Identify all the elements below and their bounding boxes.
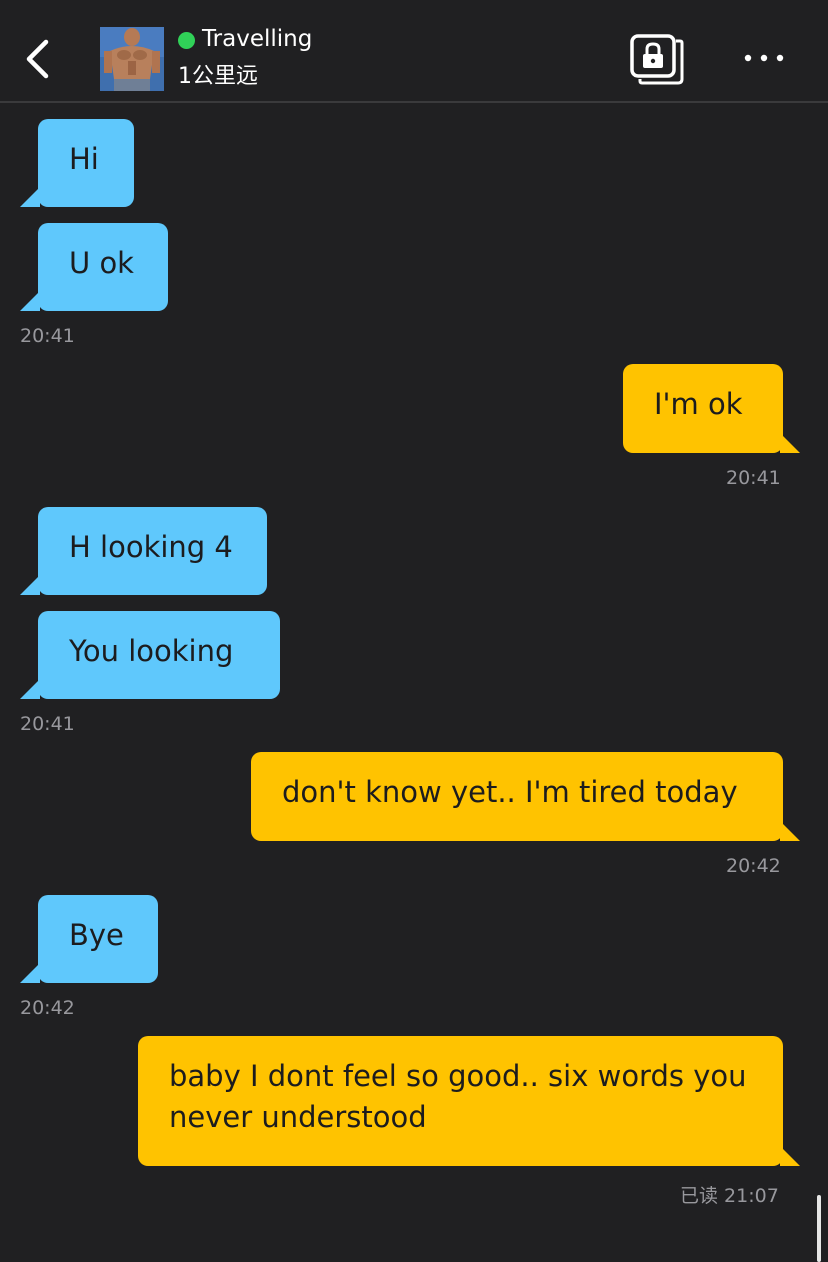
bubble-tail (20, 291, 40, 311)
message-text: You looking (69, 634, 234, 668)
more-horizontal-icon (744, 54, 784, 62)
message-text: U ok (69, 246, 134, 280)
message-text: Hi (69, 142, 99, 176)
chat-header: Travelling 1公里远 (0, 0, 828, 103)
message-text: H looking 4 (69, 530, 233, 564)
bubble-tail (20, 187, 40, 207)
bubble-tail (780, 821, 800, 841)
contact-avatar[interactable] (100, 27, 164, 91)
message-timestamp: 20:41 (20, 713, 75, 735)
read-receipt-timestamp: 已读 21:07 (680, 1185, 779, 1207)
message-timestamp: 20:41 (726, 467, 781, 489)
message-text: don't know yet.. I'm tired today (282, 775, 738, 809)
online-status-icon (178, 32, 195, 49)
message-text: I'm ok (654, 387, 743, 421)
outgoing-message-bubble[interactable]: don't know yet.. I'm tired today (251, 752, 783, 841)
incoming-message-bubble[interactable]: H looking 4 (38, 507, 267, 595)
scroll-indicator[interactable] (817, 1195, 821, 1262)
message-text: baby I dont feel so good.. six words you… (169, 1059, 747, 1134)
contact-name[interactable]: Travelling (202, 26, 312, 52)
avatar-image (100, 27, 164, 91)
bubble-tail (20, 679, 40, 699)
incoming-message-bubble[interactable]: U ok (38, 223, 168, 311)
private-album-lock-icon (630, 34, 684, 85)
message-timestamp: 20:42 (726, 855, 781, 877)
message-timestamp: 20:42 (20, 997, 75, 1019)
message-timestamp: 20:41 (20, 325, 75, 347)
message-text: Bye (69, 918, 124, 952)
private-album-button[interactable] (628, 33, 684, 85)
contact-distance: 1公里远 (178, 64, 258, 89)
chevron-left-icon (26, 39, 49, 79)
incoming-message-bubble[interactable]: You looking (38, 611, 280, 699)
outgoing-message-bubble[interactable]: I'm ok (623, 364, 783, 453)
bubble-tail (780, 1146, 800, 1166)
bubble-tail (20, 963, 40, 983)
bubble-tail (20, 575, 40, 595)
more-options-button[interactable] (738, 40, 790, 76)
incoming-message-bubble[interactable]: Bye (38, 895, 158, 983)
incoming-message-bubble[interactable]: Hi (38, 119, 134, 207)
bubble-tail (780, 433, 800, 453)
outgoing-message-bubble[interactable]: baby I dont feel so good.. six words you… (138, 1036, 783, 1166)
back-button[interactable] (18, 34, 62, 84)
